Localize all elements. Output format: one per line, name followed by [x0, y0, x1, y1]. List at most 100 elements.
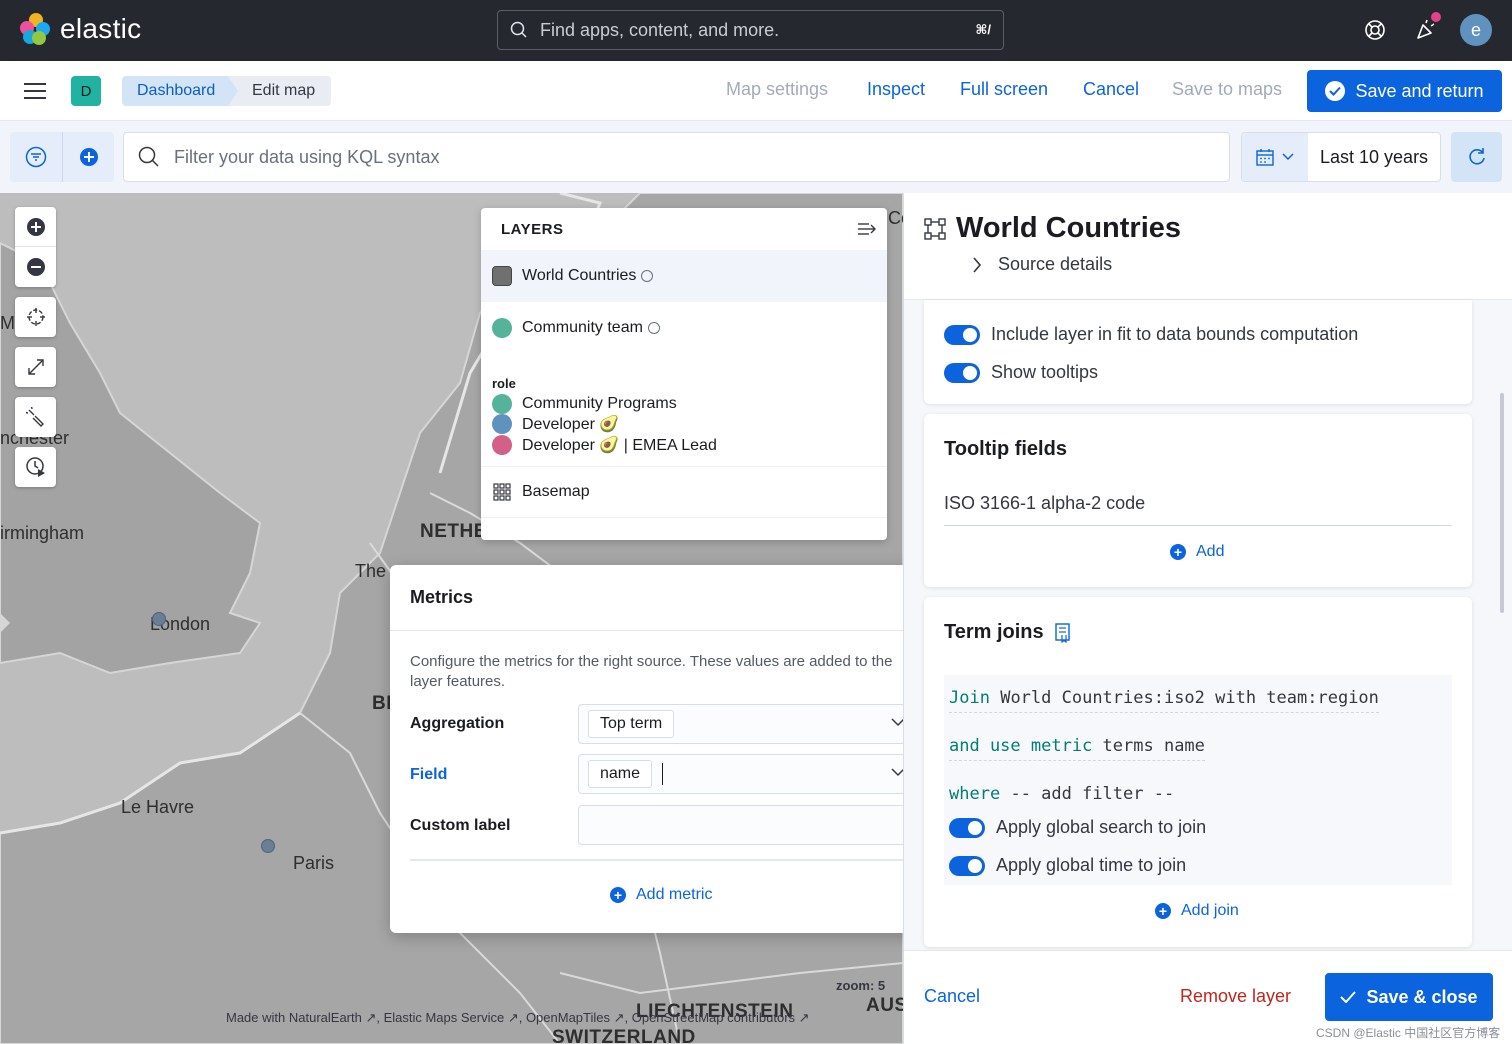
timeslider-button[interactable] — [15, 447, 56, 487]
quick-select-button[interactable] — [1242, 133, 1308, 181]
wrench-icon — [25, 407, 44, 427]
clock-icon — [641, 270, 654, 282]
metric-value: terms name — [1102, 736, 1205, 756]
cancel-link[interactable]: Cancel — [1083, 79, 1139, 100]
switch-on[interactable] — [949, 855, 985, 876]
legend-label: Developer 🥑 | EMEA Lead — [522, 437, 717, 454]
crosshair-icon — [26, 308, 45, 326]
source-details-toggle[interactable]: Source details — [972, 254, 1112, 275]
add-tooltip-button[interactable]: + Add — [1170, 543, 1224, 561]
saved-query-button[interactable] — [10, 132, 62, 182]
polygon-layer-icon — [924, 217, 946, 240]
join-metric-expression[interactable]: and use metric terms name — [949, 736, 1205, 761]
global-search-input[interactable]: Find apps, content, and more. ⌘/ — [497, 10, 1004, 50]
switch-on[interactable] — [944, 324, 980, 345]
space-avatar[interactable]: D — [71, 76, 101, 106]
apply-global-search-toggle[interactable]: Apply global search to join — [949, 817, 1206, 838]
kql-placeholder: Filter your data using KQL syntax — [174, 146, 440, 167]
flyout-scrollbar[interactable] — [1500, 393, 1504, 613]
add-metric-button[interactable]: + Add metric — [610, 886, 712, 904]
aggregation-label: Aggregation — [410, 715, 505, 732]
map-label-birmingham: irmingham — [0, 523, 85, 543]
collapse-panel-icon[interactable] — [857, 221, 877, 237]
metrics-title: Metrics — [390, 565, 938, 631]
metrics-popover: Metrics Configure the metrics for the ri… — [390, 565, 938, 933]
chevron-right-icon — [973, 256, 982, 273]
add-tooltip-label: Add — [1196, 543, 1225, 560]
user-avatar[interactable]: e — [1460, 14, 1492, 46]
map-toolbar — [15, 207, 56, 497]
fit-to-data-button[interactable] — [15, 347, 56, 387]
date-picker[interactable]: Last 10 years — [1241, 132, 1441, 182]
legend-label: Community Programs — [522, 395, 677, 412]
help-icon[interactable] — [1359, 14, 1391, 46]
layer-item-world-countries[interactable]: World Countries — [481, 250, 887, 302]
refresh-button[interactable] — [1451, 132, 1502, 182]
term-joins-card: Term joins Join World Countries:iso2 wit… — [924, 597, 1472, 947]
plus-circle-icon — [79, 148, 98, 166]
zoom-in-button[interactable] — [15, 207, 56, 247]
metrics-divider — [410, 859, 918, 861]
legend-entry: Developer 🥑 | EMEA Lead — [492, 435, 717, 455]
map-label-m: M — [0, 313, 15, 333]
fit-bounds-toggle[interactable]: Include layer in fit to data bounds comp… — [944, 324, 1358, 345]
map-attribution[interactable]: Made with NaturalEarth ↗, Elastic Maps S… — [226, 1010, 810, 1026]
tooltip-divider — [944, 525, 1452, 526]
layer-item-community-team[interactable]: Community team — [481, 302, 887, 354]
join-where-expression[interactable]: where -- add filter -- — [949, 784, 1174, 808]
show-tooltips-toggle[interactable]: Show tooltips — [944, 362, 1098, 383]
plus-circle-icon: + — [610, 887, 626, 903]
metric-keyword: and use metric — [949, 736, 1093, 756]
save-and-return-button[interactable]: Save and return — [1307, 70, 1502, 112]
plus-circle-icon — [26, 217, 45, 236]
text-cursor — [662, 763, 664, 785]
show-tooltips-label: Show tooltips — [991, 362, 1099, 382]
check-icon — [1340, 991, 1357, 1003]
legend-entry: Developer 🥑 — [492, 414, 619, 434]
zoom-out-button[interactable] — [15, 247, 56, 287]
field-select[interactable]: name — [578, 754, 918, 794]
layer-item-basemap[interactable]: Basemap — [481, 466, 887, 518]
map-label-austria: AUS — [866, 995, 903, 1016]
where-value: -- add filter -- — [1010, 784, 1175, 804]
layer-control-header: LAYERS — [481, 208, 887, 250]
kql-search-input[interactable]: Filter your data using KQL syntax — [123, 132, 1230, 182]
menu-icon[interactable] — [24, 83, 46, 99]
layer-control-panel: LAYERS World Countries Community team ro… — [481, 208, 887, 540]
community-team-point[interactable] — [261, 839, 275, 853]
inspect-link[interactable]: Inspect — [867, 79, 925, 100]
aggregation-select[interactable]: Top term — [578, 704, 918, 744]
set-view-button[interactable] — [15, 297, 56, 337]
add-metric-label: Add metric — [636, 886, 713, 903]
flyout-header: World Countries Source details — [904, 193, 1512, 300]
tooltip-field-item[interactable]: ISO 3166-1 alpha-2 code — [944, 493, 1145, 514]
time-range-value[interactable]: Last 10 years — [1320, 147, 1428, 168]
chevron-down-icon — [1282, 153, 1294, 161]
switch-on[interactable] — [949, 817, 985, 838]
switch-on[interactable] — [944, 362, 980, 383]
minus-circle-icon — [26, 258, 45, 276]
expand-icon — [27, 359, 44, 375]
apply-global-time-label: Apply global time to join — [996, 855, 1187, 875]
map-label-paris: Paris — [293, 853, 335, 873]
flyout-title-text: World Countries — [956, 212, 1182, 244]
community-team-point[interactable] — [152, 612, 166, 626]
remove-layer-button[interactable]: Remove layer — [1180, 986, 1291, 1007]
add-filter-button[interactable] — [62, 132, 114, 182]
flyout-cancel-button[interactable]: Cancel — [924, 986, 980, 1007]
search-icon — [510, 21, 527, 38]
save-to-maps-link[interactable]: Save to maps — [1172, 79, 1282, 100]
save-close-button[interactable]: Save & close — [1325, 973, 1493, 1021]
documentation-icon[interactable] — [1054, 622, 1072, 643]
add-join-button[interactable]: + Add join — [1155, 902, 1239, 920]
custom-label-input[interactable] — [578, 805, 918, 845]
elastic-logo[interactable]: elastic — [20, 13, 141, 45]
join-left-expression[interactable]: Join World Countries:iso2 with team:regi… — [949, 688, 1379, 713]
breadcrumb-dashboard[interactable]: Dashboard — [122, 76, 241, 106]
apply-global-time-toggle[interactable]: Apply global time to join — [949, 855, 1186, 876]
tools-button[interactable] — [15, 397, 56, 437]
full-screen-link[interactable]: Full screen — [960, 79, 1048, 100]
map-settings-link[interactable]: Map settings — [726, 79, 828, 100]
query-bar: Filter your data using KQL syntax Last 1… — [0, 121, 1512, 193]
join-keyword: Join — [949, 688, 990, 708]
